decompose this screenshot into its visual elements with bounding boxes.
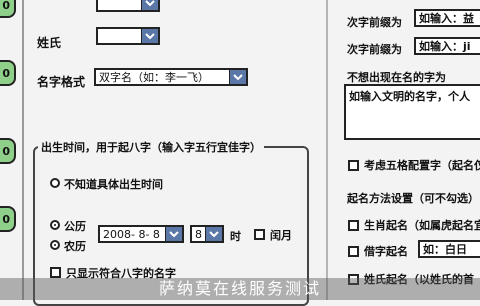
bazi-only-checkbox[interactable] bbox=[50, 267, 61, 278]
birth-hour-select[interactable]: 8 bbox=[190, 225, 224, 243]
borrow-checkbox[interactable] bbox=[348, 246, 359, 257]
side-tab-1[interactable]: 0 bbox=[0, 0, 16, 18]
chevron-down-icon bbox=[205, 227, 222, 241]
side-tab-3[interactable]: 0 bbox=[0, 138, 16, 164]
hour-unit-label: 时 bbox=[230, 230, 241, 243]
chevron-down-icon bbox=[165, 227, 182, 241]
second-char-input-2[interactable]: 如输入：ji bbox=[414, 37, 480, 55]
chevron-down-icon bbox=[141, 0, 158, 10]
side-tab-label: 0 bbox=[2, 144, 10, 158]
exclude-textarea[interactable]: 如输入文明的名字，个人 bbox=[344, 84, 480, 140]
chevron-down-icon bbox=[229, 70, 246, 84]
birth-hour-value: 8 bbox=[195, 227, 202, 241]
name-style-value: 双字名（如：李一飞） bbox=[99, 71, 209, 84]
zodiac-label: 生肖起名（如属虎起名宜 bbox=[364, 219, 480, 232]
borrow-placeholder: 如：白日 bbox=[423, 243, 467, 256]
settings-label: 起名方法设置（可不勾选） bbox=[347, 192, 479, 205]
side-tab-label: 0 bbox=[2, 212, 10, 226]
lunar-label: 农历 bbox=[64, 240, 86, 253]
watermark-banner: 萨纳莫在线服务测试 bbox=[0, 278, 480, 300]
leap-month-checkbox[interactable] bbox=[254, 229, 265, 240]
name-style-select[interactable]: 双字名（如：李一飞） bbox=[94, 68, 248, 86]
second-char-placeholder: 如输入：益 bbox=[419, 12, 474, 25]
solar-label: 公历 bbox=[64, 220, 86, 233]
borrow-label: 借字起名 bbox=[364, 245, 408, 258]
top-select[interactable] bbox=[96, 0, 160, 12]
second-char-label: 次字前缀为 bbox=[347, 16, 402, 29]
lunar-radio[interactable] bbox=[50, 240, 60, 250]
second-char-placeholder-2: 如输入：ji bbox=[419, 40, 471, 53]
exclude-label: 不想出现在名的字为 bbox=[347, 71, 446, 84]
wuxing-label: 考虑五格配置字（起名仅 bbox=[364, 159, 480, 172]
second-char-label-2: 次字前缀为 bbox=[347, 43, 402, 56]
name-style-label: 名字格式 bbox=[37, 75, 86, 89]
leap-month-label: 闰月 bbox=[270, 229, 292, 242]
side-tab-4[interactable]: 0 bbox=[0, 206, 16, 232]
side-tab-label: 0 bbox=[2, 66, 10, 80]
wuxing-checkbox[interactable] bbox=[348, 160, 359, 171]
solar-radio[interactable] bbox=[50, 220, 60, 230]
side-tab-2[interactable]: 0 bbox=[0, 60, 16, 86]
birth-legend: 出生时间，用于起八字（输入字五行宜佳字） bbox=[38, 139, 264, 155]
unknown-time-radio[interactable] bbox=[50, 178, 60, 188]
side-tab-label: 0 bbox=[2, 0, 10, 12]
second-char-input[interactable]: 如输入：益 bbox=[414, 9, 480, 27]
birth-date-select[interactable]: 2008- 8- 8 bbox=[98, 225, 184, 243]
unknown-time-label: 不知道具体出生时间 bbox=[64, 178, 163, 191]
borrow-input[interactable]: 如：白日 bbox=[418, 240, 480, 258]
right-divider bbox=[326, 0, 328, 300]
chevron-down-icon bbox=[141, 29, 158, 43]
exclude-placeholder: 如输入文明的名字，个人 bbox=[349, 90, 470, 103]
surname-select[interactable] bbox=[96, 27, 160, 45]
zodiac-checkbox[interactable] bbox=[348, 220, 359, 231]
left-divider bbox=[22, 0, 24, 300]
birth-date-value: 2008- 8- 8 bbox=[103, 227, 160, 241]
surname-label: 姓氏 bbox=[37, 36, 62, 50]
